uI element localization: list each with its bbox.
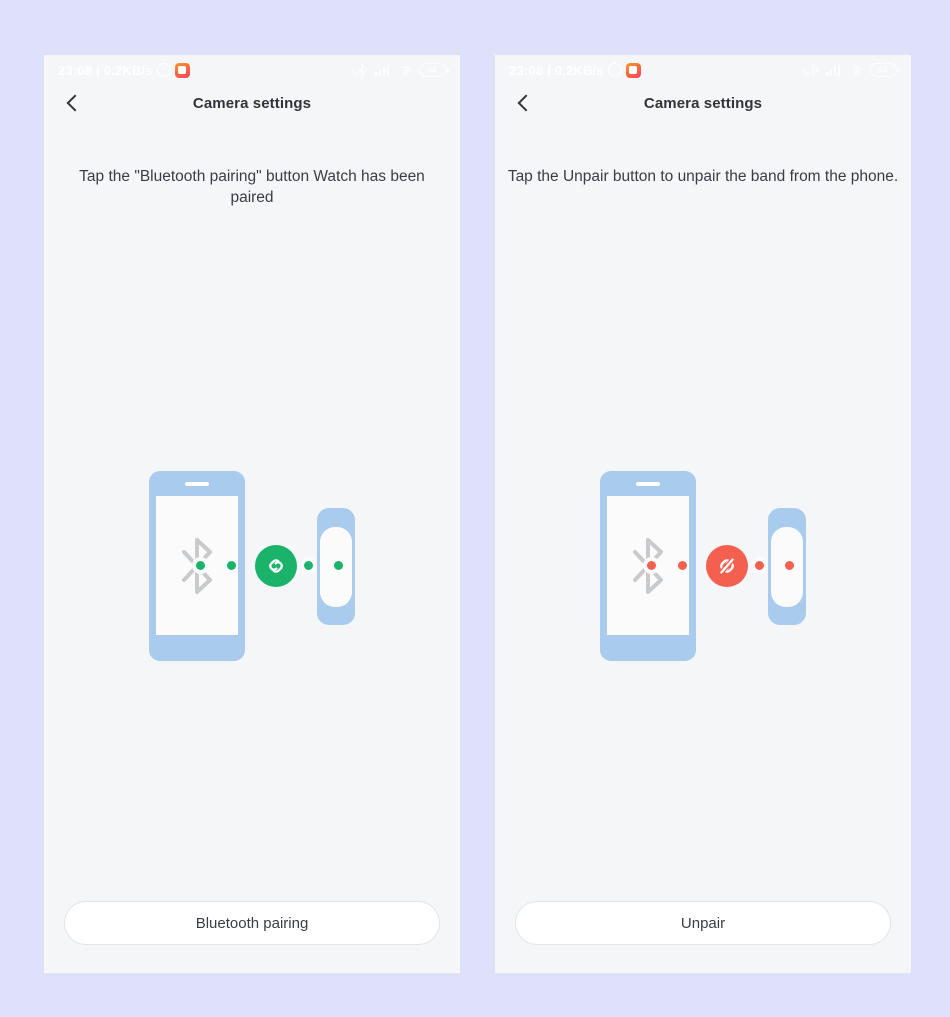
illustration-area [44,463,460,669]
screenshot-stage: 23:08 | 0.2KB/s 62 Camera settings Tap t… [0,0,950,1017]
mi-fit-app-icon [625,62,641,78]
panel-unpair: 23:08 | 0.2KB/s 62 Camera settings Tap t… [495,55,911,973]
unpair-illustration [600,463,806,669]
connection-dot [196,561,205,570]
instruction-text: Tap the Unpair button to unpair the band… [507,168,899,185]
connection-dot [304,561,313,570]
phone-speaker-slot [636,482,660,486]
status-bar: 23:08 | 0.2KB/s 62 [44,55,460,81]
status-bar: 23:08 | 0.2KB/s 62 [495,55,911,81]
title-bar: Camera settings [44,81,460,125]
status-bar-left: 23:08 | 0.2KB/s [58,62,190,78]
connection-dot [678,561,687,570]
connection-dot [227,561,236,570]
title-bar: Camera settings [495,81,911,125]
illustration-area [495,463,911,669]
battery-icon: 62 [870,63,900,77]
connection-dot [755,561,764,570]
bluetooth-pairing-button[interactable]: Bluetooth pairing [64,901,440,945]
wifi-icon [847,64,863,77]
back-chevron-icon[interactable] [58,88,88,118]
status-bar-right: 62 [810,63,900,77]
battery-level-text: 62 [879,65,888,74]
link-broken-icon [706,545,748,587]
mi-fit-app-icon [174,62,190,78]
page-title: Camera settings [192,94,312,112]
alarm-clock-icon [607,63,622,77]
status-clock: 23:08 | 0.2KB/s [58,62,153,78]
connection-dot [647,561,656,570]
instruction-text: Tap the "Bluetooth pairing" button Watch… [79,168,425,206]
page-title: Camera settings [643,94,763,112]
battery-level-text: 62 [428,65,437,74]
status-bar-right: 62 [359,63,449,77]
back-chevron-icon[interactable] [509,88,539,118]
panel-paired: 23:08 | 0.2KB/s 62 Camera settings Tap t… [44,55,460,973]
link-connected-icon [255,545,297,587]
bluetooth-icon [810,63,819,77]
status-bar-left: 23:08 | 0.2KB/s [509,62,641,78]
cellular-signal-icon [826,64,840,76]
cellular-signal-icon [375,64,389,76]
status-clock: 23:08 | 0.2KB/s [509,62,604,78]
bluetooth-icon [359,63,368,77]
phone-speaker-slot [185,482,209,486]
battery-icon: 62 [419,63,449,77]
pairing-illustration [149,463,355,669]
unpair-button[interactable]: Unpair [515,901,891,945]
connection-dot [785,561,794,570]
wifi-icon [396,64,412,77]
alarm-clock-icon [156,63,171,77]
connection-dot [334,561,343,570]
